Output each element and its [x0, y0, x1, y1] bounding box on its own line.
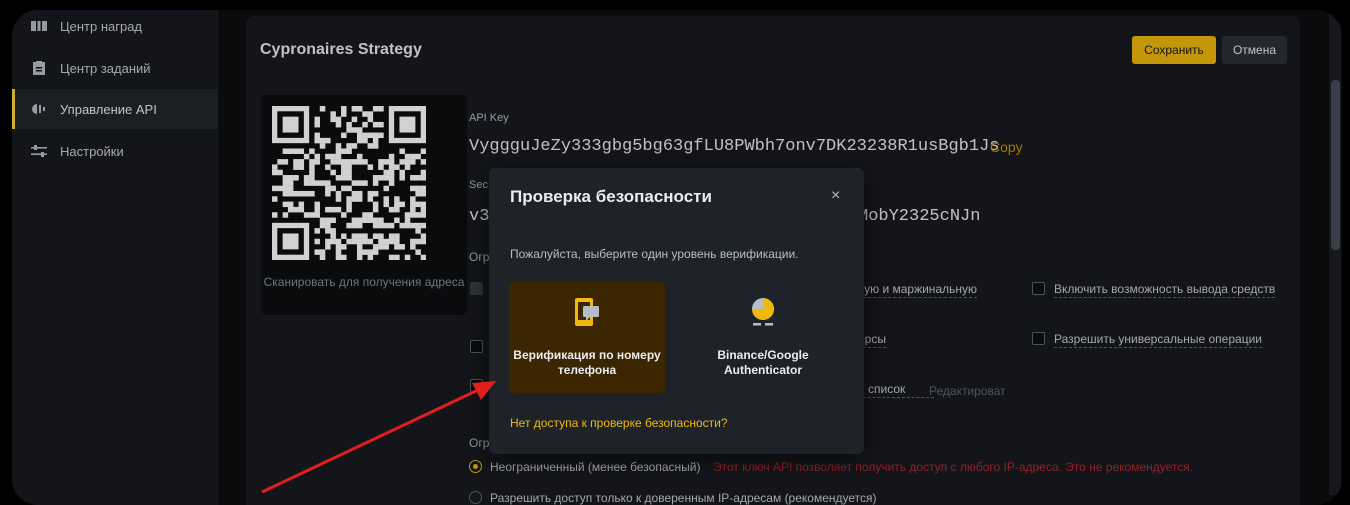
modal-description: Пожалуйста, выберите один уровень верифи… [510, 247, 799, 261]
authenticator-label: Binance/Google Authenticator [717, 348, 809, 377]
restrictions-label: Огр [469, 250, 490, 264]
futures-checkbox[interactable] [470, 340, 483, 353]
qr-code [272, 106, 426, 260]
phone-verification-label: Верификация по номеру телефона [513, 348, 661, 377]
unrestricted-warning: Этот ключ API позволяет получить доступ … [713, 460, 1194, 474]
edit-whitelist-link[interactable]: Редактироват [929, 384, 1006, 399]
secret-key-label: Sec [469, 179, 488, 191]
qr-caption: Сканировать для получения адреса [263, 275, 465, 289]
authenticator-icon [752, 298, 774, 326]
margin-permission-label: вую и маржинальную [858, 282, 977, 298]
unrestricted-ip-label: Неограниченный (менее безопасный) [490, 460, 701, 474]
secret-key-value-end: MobY2325cNJn [858, 207, 981, 226]
sidebar-item-tasks[interactable]: Центр заданий [12, 48, 218, 88]
trusted-ip-label: Разрешить доступ только к доверенным IP-… [490, 491, 877, 505]
page-title: Cypronaires Strategy [260, 41, 422, 58]
sidebar-item-label: Настройки [60, 143, 124, 159]
whitelist-checkbox[interactable] [470, 379, 483, 392]
ticket-icon [30, 19, 48, 33]
cancel-button[interactable]: Отмена [1222, 36, 1287, 64]
sidebar: Центр наград Центр заданий Управление AP… [12, 10, 218, 505]
qr-panel: Сканировать для получения адреса [261, 95, 467, 315]
ip-access-label: Огр [469, 436, 490, 450]
security-verification-modal: Проверка безопасности × Пожалуйста, выбе… [489, 168, 864, 454]
modal-title: Проверка безопасности [510, 187, 712, 206]
universal-checkbox[interactable] [1032, 332, 1045, 345]
trusted-ip-radio[interactable] [469, 491, 482, 504]
secret-key-value-start: v3 [469, 207, 490, 226]
read-permission-checkbox[interactable] [470, 282, 483, 295]
authenticator-option[interactable]: Binance/Google Authenticator [685, 282, 841, 393]
sliders-icon [30, 144, 48, 158]
withdraw-permission-label[interactable]: Включить возможность вывода средств [1054, 282, 1276, 298]
sidebar-item-rewards[interactable]: Центр наград [12, 10, 218, 46]
scrollbar-thumb[interactable] [1331, 80, 1340, 250]
phone-verification-option[interactable]: Верификация по номеру телефона [509, 282, 665, 393]
save-button[interactable]: Сохранить [1132, 36, 1216, 64]
sidebar-item-label: Центр заданий [60, 60, 151, 76]
withdraw-checkbox[interactable] [1032, 282, 1045, 295]
universal-permission-label[interactable]: Разрешить универсальные операции [1054, 332, 1262, 348]
api-key-label: API Key [469, 112, 509, 124]
sidebar-item-label: Управление API [60, 101, 157, 117]
api-icon [30, 102, 48, 116]
phone-sms-icon [575, 298, 599, 326]
no-access-link[interactable]: Нет доступа к проверке безопасности? [510, 416, 728, 430]
whitelist-label: й список [858, 382, 934, 398]
sidebar-item-api[interactable]: Управление API [12, 89, 218, 129]
copy-button[interactable]: Copy [990, 139, 1023, 155]
unrestricted-ip-radio[interactable] [469, 460, 482, 473]
clipboard-icon [30, 61, 48, 75]
api-key-value: VyggguJeZy333gbg5bg63gfLU8PWbh7onv7DK232… [469, 137, 1000, 156]
sidebar-item-settings[interactable]: Настройки [12, 131, 218, 171]
sidebar-item-label: Центр наград [60, 18, 143, 34]
close-icon[interactable]: × [831, 187, 840, 205]
